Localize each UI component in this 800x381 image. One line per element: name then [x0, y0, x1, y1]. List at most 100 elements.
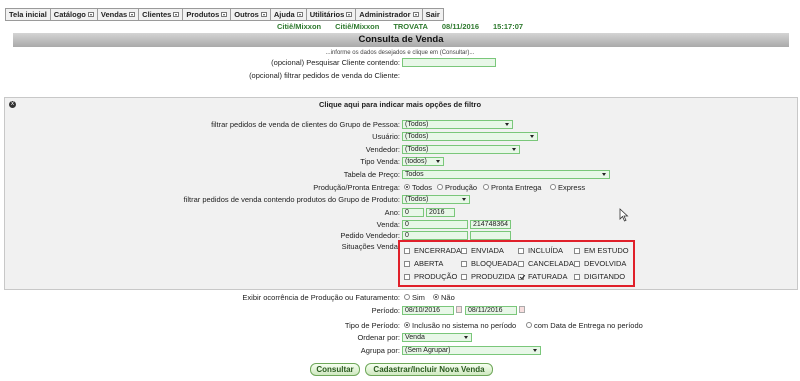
chevron-down-icon [512, 148, 516, 151]
top-menu-bar: Tela inicial Catálogo Vendas Clientes Pr… [5, 8, 444, 21]
radio-producao-producao[interactable]: Produção [437, 183, 477, 192]
menu-item-vendas[interactable]: Vendas [98, 9, 140, 20]
checkbox-label: CANCELADA [528, 259, 574, 268]
periodo-from-input[interactable] [402, 306, 454, 315]
periodo-to-input[interactable] [465, 306, 517, 315]
menu-item-utilitarios[interactable]: Utilitários [307, 9, 357, 20]
menu-item-tela-inicial[interactable]: Tela inicial [6, 9, 51, 20]
check-em-estudo[interactable]: EM ESTUDO [574, 246, 629, 255]
radio-producao-todos[interactable]: Todos [404, 183, 432, 192]
tipo-venda-select[interactable]: (todos) [402, 157, 444, 166]
check-bloqueada[interactable]: BLOQUEADA [461, 259, 518, 268]
calendar-icon[interactable] [519, 306, 525, 313]
chevron-down-icon [464, 336, 468, 339]
checkbox-icon [518, 247, 524, 254]
checkbox-icon [461, 247, 467, 254]
menu-item-catalogo[interactable]: Catálogo [51, 9, 98, 20]
checkbox-checked-icon [518, 273, 524, 280]
chevron-down-icon [436, 160, 440, 163]
tabela-preco-select[interactable]: Todos [402, 170, 610, 179]
radio-label: Sim [412, 293, 425, 302]
radio-tipo-periodo-entrega[interactable]: com Data de Entrega no período [526, 321, 643, 330]
radio-producao-express[interactable]: Express [550, 183, 585, 192]
menu-label: Utilitários [309, 10, 345, 19]
menu-label: Vendas [100, 10, 128, 19]
menu-label: Tela inicial [9, 10, 47, 19]
tipo-venda-label: Tipo Venda: [360, 157, 400, 166]
producao-label: Produção/Pronta Entrega: [313, 183, 400, 192]
session-date: 08/11/2016 [441, 22, 480, 31]
grupo-produto-select[interactable]: (Todos) [402, 195, 470, 204]
venda-from-input[interactable] [402, 220, 468, 229]
radio-icon [404, 322, 410, 329]
select-value: (Sem Agrupar) [405, 347, 451, 354]
page-title: Consulta de Venda [13, 33, 789, 47]
chevron-down-icon [602, 173, 606, 176]
menu-item-produtos[interactable]: Produtos [183, 9, 232, 20]
check-cancelada[interactable]: CANCELADA [518, 259, 574, 268]
checkbox-icon [518, 260, 524, 267]
check-devolvida[interactable]: DEVOLVIDA [574, 259, 626, 268]
radio-label: Pronta Entrega [491, 183, 542, 192]
radio-label: com Data de Entrega no período [534, 321, 643, 330]
radio-icon [433, 294, 439, 301]
checkbox-label: EM ESTUDO [584, 246, 629, 255]
ano-to-input[interactable] [426, 208, 455, 217]
pedido-vendedor-label: Pedido Vendedor: [340, 231, 400, 240]
select-value: (Todos) [405, 121, 429, 128]
menu-item-administrador[interactable]: Administrador [356, 9, 423, 20]
checkbox-label: INCLUÍDA [528, 246, 564, 255]
check-produzida[interactable]: PRODUZIDA [461, 272, 515, 281]
radio-exibir-nao[interactable]: Não [433, 293, 455, 302]
tabela-preco-label: Tabela de Preço: [343, 170, 400, 179]
check-digitando[interactable]: DIGITANDO [574, 272, 625, 281]
agrupa-label: Agrupa por: [360, 346, 400, 355]
grupo-pessoa-select[interactable]: (Todos) [402, 120, 513, 129]
check-enviada[interactable]: ENVIADA [461, 246, 504, 255]
vendedor-select[interactable]: (Todos) [402, 145, 520, 154]
pedido-vendedor-from-input[interactable] [402, 231, 468, 240]
agrupa-select[interactable]: (Sem Agrupar) [402, 346, 541, 355]
venda-to-input[interactable] [470, 220, 511, 229]
radio-label: Produção [445, 183, 478, 192]
radio-producao-pronta-entrega[interactable]: Pronta Entrega [483, 183, 541, 192]
menu-item-outros[interactable]: Outros [231, 9, 271, 20]
tipo-periodo-label: Tipo de Período: [344, 321, 400, 330]
consultar-button[interactable]: Consultar [310, 363, 360, 376]
cadastrar-nova-venda-button[interactable]: Cadastrar/Incluir Nova Venda [365, 363, 493, 376]
checkbox-icon [404, 273, 410, 280]
check-producao[interactable]: PRODUÇÃO [404, 272, 457, 281]
radio-icon [437, 184, 443, 191]
menu-label: Outros [234, 10, 259, 19]
menu-item-sair[interactable]: Sair [423, 9, 443, 20]
check-aberta[interactable]: ABERTA [404, 259, 443, 268]
check-faturada[interactable]: FATURADA [518, 272, 567, 281]
checkbox-label: ENCERRADA [414, 246, 462, 255]
check-encerrada[interactable]: ENCERRADA [404, 246, 461, 255]
chevron-down-icon [260, 12, 267, 17]
chevron-down-icon [296, 12, 303, 17]
chevron-down-icon [412, 12, 419, 17]
pedido-vendedor-to-input[interactable] [470, 231, 511, 240]
filter-panel-heading[interactable]: Clique aqui para indicar mais opções de … [5, 100, 795, 110]
radio-exibir-sim[interactable]: Sim [404, 293, 425, 302]
menu-label: Clientes [142, 10, 172, 19]
ordenar-select[interactable]: Venda [402, 333, 472, 342]
select-value: (Todos) [405, 133, 429, 140]
checkbox-label: BLOQUEADA [471, 259, 518, 268]
menu-item-clientes[interactable]: Clientes [139, 9, 184, 20]
menu-item-ajuda[interactable]: Ajuda [271, 9, 307, 20]
checkbox-label: PRODUÇÃO [414, 272, 458, 281]
radio-tipo-periodo-inclusao[interactable]: Inclusão no sistema no período [404, 321, 516, 330]
calendar-icon[interactable] [456, 306, 462, 313]
check-incluida[interactable]: INCLUÍDA [518, 246, 563, 255]
checkbox-icon [404, 260, 410, 267]
usuario-select[interactable]: (Todos) [402, 132, 538, 141]
menu-label: Sair [425, 10, 440, 19]
menu-label: Produtos [186, 10, 220, 19]
situacoes-label: Situações Venda: [341, 242, 400, 251]
session-info-bar: Citiê/Mixxon Citiê/Mixxon TROVATA 08/11/201… [0, 22, 800, 32]
search-client-input[interactable] [402, 58, 496, 67]
ano-from-input[interactable] [402, 208, 424, 217]
grupo-produto-label: filtrar pedidos de venda contendo produt… [183, 195, 400, 204]
